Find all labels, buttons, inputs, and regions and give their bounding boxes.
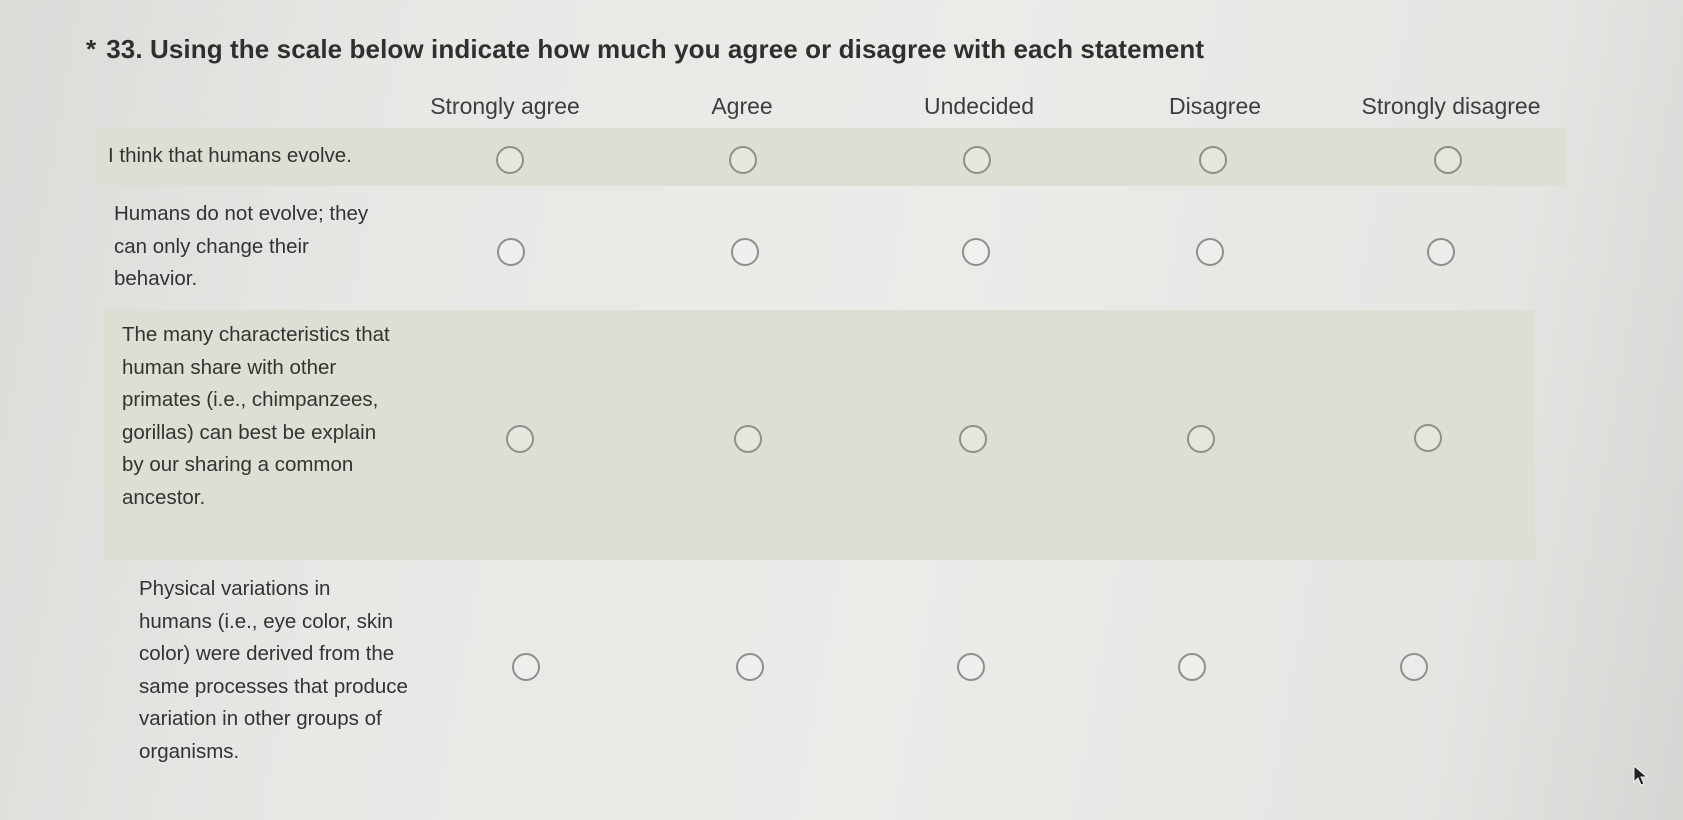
radio-disagree[interactable] [1187, 425, 1215, 453]
radio-strongly-disagree[interactable] [1434, 146, 1462, 174]
radio-undecided[interactable] [963, 146, 991, 174]
mouse-pointer-icon [1633, 765, 1649, 786]
scale-label-disagree: Disagree [1168, 93, 1262, 119]
scale-label-strongly-disagree: Strongly disagree [1361, 93, 1541, 119]
statement-row-1: I think that humans evolve. [0, 128, 1683, 186]
radio-undecided[interactable] [962, 238, 990, 266]
statement-label: The many characteristics that human shar… [122, 323, 390, 509]
scale-label-strongly-agree: Strongly agree [430, 93, 580, 119]
scale-label-undecided: Undecided [924, 93, 1034, 119]
question-title: * 33. Using the scale below indicate how … [86, 34, 1204, 65]
radio-agree[interactable] [731, 238, 759, 266]
radio-strongly-agree[interactable] [496, 146, 524, 174]
scale-header: Strongly agree Agree Undecided Disagree … [0, 93, 1683, 123]
radio-undecided[interactable] [957, 653, 985, 681]
required-marker: * [86, 34, 97, 64]
radio-undecided[interactable] [959, 425, 987, 453]
radio-strongly-disagree[interactable] [1400, 653, 1428, 681]
scale-label-agree: Agree [711, 93, 773, 119]
radio-disagree[interactable] [1196, 238, 1224, 266]
statement-row-2: Humans do not evolve; they can only chan… [0, 196, 1683, 300]
radio-disagree[interactable] [1178, 653, 1206, 681]
statement-row-4: Physical variations in humans (i.e., eye… [0, 570, 1683, 770]
radio-strongly-disagree[interactable] [1427, 238, 1455, 266]
radio-agree[interactable] [736, 653, 764, 681]
radio-strongly-agree[interactable] [512, 653, 540, 681]
statement-label: Physical variations in humans (i.e., eye… [139, 577, 408, 763]
radio-strongly-disagree[interactable] [1414, 424, 1442, 452]
question-text: 33. Using the scale below indicate how m… [106, 34, 1205, 64]
radio-agree[interactable] [734, 425, 762, 453]
statement-row-3: The many characteristics that human shar… [0, 310, 1683, 560]
statement-label: I think that humans evolve. [108, 144, 352, 167]
radio-strongly-agree[interactable] [506, 425, 534, 453]
radio-disagree[interactable] [1199, 146, 1227, 174]
radio-strongly-agree[interactable] [497, 238, 525, 266]
radio-agree[interactable] [729, 146, 757, 174]
statement-label: Humans do not evolve; they can only chan… [114, 202, 369, 290]
